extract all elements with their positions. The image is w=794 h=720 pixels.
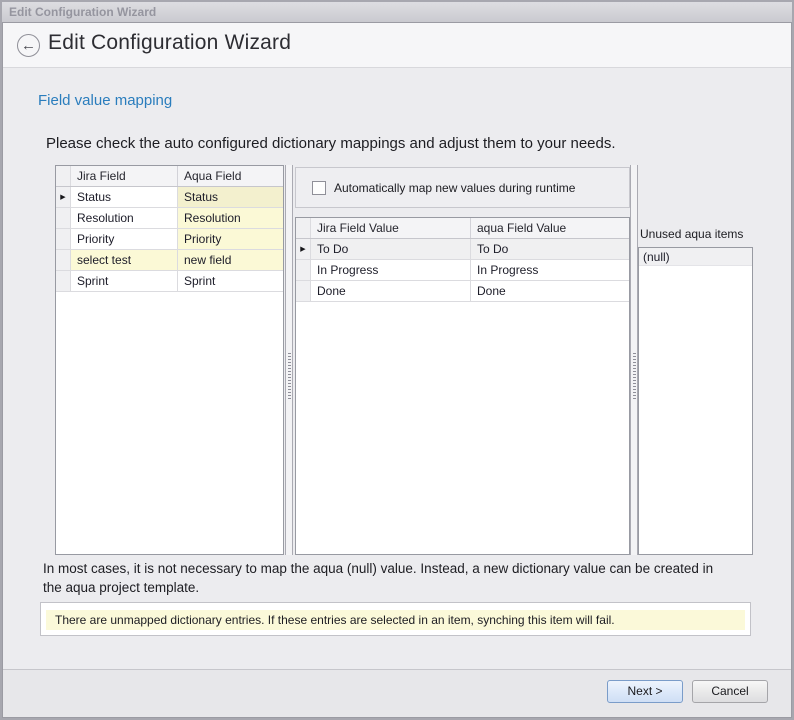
aqua-value-cell: Done — [471, 281, 629, 301]
value-row-done[interactable]: Done Done — [296, 281, 629, 302]
jira-field-cell: Priority — [71, 229, 178, 249]
field-grid-header: Jira Field Aqua Field — [56, 166, 283, 187]
jira-field-cell: Sprint — [71, 271, 178, 291]
cancel-button[interactable]: Cancel — [692, 680, 768, 703]
column-header-jira-field-value[interactable]: Jira Field Value — [311, 218, 471, 238]
wizard-window: Edit Configuration Wizard ← Edit Configu… — [0, 0, 794, 720]
aqua-field-cell: new field — [178, 250, 283, 270]
aqua-field-cell: Resolution — [178, 208, 283, 228]
jira-value-cell: Done — [311, 281, 471, 301]
titlebar-text: Edit Configuration Wizard — [9, 5, 156, 19]
warning-box: There are unmapped dictionary entries. I… — [40, 602, 751, 636]
left-splitter[interactable] — [285, 165, 293, 555]
instruction-text: Please check the auto configured diction… — [46, 135, 616, 152]
aqua-field-cell: Priority — [178, 229, 283, 249]
field-row-priority[interactable]: Priority Priority — [56, 229, 283, 250]
jira-field-cell: Resolution — [71, 208, 178, 228]
unused-items-label: Unused aqua items — [640, 227, 743, 241]
row-selector: ▶ — [56, 187, 71, 207]
row-selector-header — [296, 218, 311, 238]
auto-map-checkbox-label: Automatically map new values during runt… — [334, 181, 575, 195]
aqua-value-cell: To Do — [471, 239, 629, 259]
aqua-value-cell: In Progress — [471, 260, 629, 280]
auto-map-checkbox[interactable] — [312, 181, 326, 195]
unused-items-listbox: (null) — [638, 247, 753, 555]
row-selector — [56, 250, 71, 270]
row-selector — [56, 208, 71, 228]
row-selector — [296, 260, 311, 280]
aqua-field-cell: Sprint — [178, 271, 283, 291]
wizard-header: ← Edit Configuration Wizard — [3, 23, 791, 68]
field-row-resolution[interactable]: Resolution Resolution — [56, 208, 283, 229]
value-row-in-progress[interactable]: In Progress In Progress — [296, 260, 629, 281]
aqua-field-cell: Status — [178, 187, 283, 207]
value-grid-header: Jira Field Value aqua Field Value — [296, 218, 629, 239]
column-header-aqua-field-value[interactable]: aqua Field Value — [471, 218, 629, 238]
current-row-arrow-icon: ▶ — [60, 193, 65, 201]
row-selector: ▶ — [296, 239, 311, 259]
warning-text: There are unmapped dictionary entries. I… — [46, 610, 745, 630]
field-mapping-grid: Jira Field Aqua Field ▶ Status Status Re… — [55, 165, 284, 555]
row-selector — [296, 281, 311, 301]
jira-field-cell: select test — [71, 250, 178, 270]
window-client-area: ← Edit Configuration Wizard Field value … — [2, 22, 792, 718]
row-selector — [56, 271, 71, 291]
field-row-sprint[interactable]: Sprint Sprint — [56, 271, 283, 292]
footer-bar: Next > Cancel — [3, 669, 791, 717]
auto-map-groupbox: Automatically map new values during runt… — [295, 167, 630, 208]
row-selector-header — [56, 166, 71, 186]
row-selector — [56, 229, 71, 249]
jira-field-cell: Status — [71, 187, 178, 207]
back-arrow-icon: ← — [21, 37, 36, 54]
splitter-grip-icon — [288, 353, 291, 399]
right-splitter[interactable] — [630, 165, 638, 555]
unused-item-null[interactable]: (null) — [639, 248, 752, 266]
splitter-grip-icon — [633, 353, 636, 399]
next-button[interactable]: Next > — [607, 680, 683, 703]
back-button[interactable]: ← — [17, 34, 40, 57]
section-title: Field value mapping — [38, 92, 172, 109]
value-mapping-grid: Jira Field Value aqua Field Value ▶ To D… — [295, 217, 630, 555]
column-header-aqua-field[interactable]: Aqua Field — [178, 166, 283, 186]
column-header-jira-field[interactable]: Jira Field — [71, 166, 178, 186]
current-row-arrow-icon: ▶ — [300, 245, 305, 253]
page-title: Edit Configuration Wizard — [48, 31, 291, 55]
note-text: In most cases, it is not necessary to ma… — [43, 560, 735, 597]
window-titlebar[interactable]: Edit Configuration Wizard — [2, 2, 792, 22]
jira-value-cell: To Do — [311, 239, 471, 259]
jira-value-cell: In Progress — [311, 260, 471, 280]
field-row-select-test[interactable]: select test new field — [56, 250, 283, 271]
value-row-todo[interactable]: ▶ To Do To Do — [296, 239, 629, 260]
field-row-status[interactable]: ▶ Status Status — [56, 187, 283, 208]
